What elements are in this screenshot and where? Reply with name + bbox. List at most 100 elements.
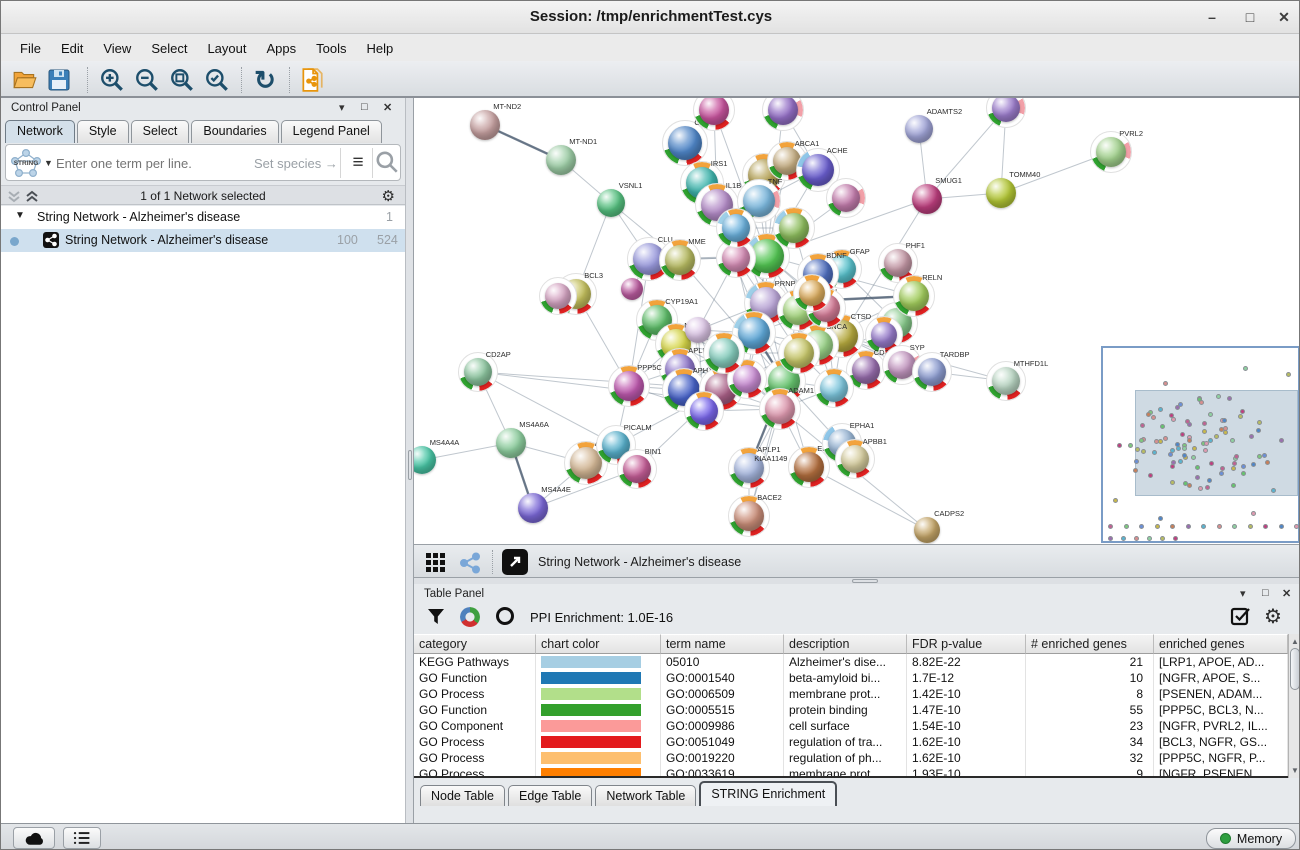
table-row[interactable]: GO ProcessGO:0051049regulation of tra...… (414, 734, 1288, 750)
node-label: PICALM (624, 423, 652, 432)
zoom-out-button[interactable] (133, 66, 161, 94)
save-session-button[interactable] (45, 66, 73, 94)
minimize-button[interactable]: – (1199, 7, 1225, 27)
column-header-chart-color[interactable]: chart color (536, 634, 661, 654)
column-header-enriched-genes[interactable]: enriched genes (1154, 634, 1288, 654)
table-row[interactable]: GO ProcessGO:0019220regulation of ph...1… (414, 750, 1288, 766)
network-view[interactable]: MT-ND2MT-ND1VSNL1GAB2IRS1CHATABCA1ACHEIL… (414, 98, 1300, 544)
network-node[interactable] (773, 207, 815, 249)
node-label: MT-ND2 (493, 102, 521, 111)
restore-panel-icon[interactable]: □ (1262, 587, 1269, 599)
network-collection-row[interactable]: ▼ String Network - Alzheimer's disease 1 (1, 206, 405, 229)
zoom-selected-button[interactable] (203, 66, 231, 94)
table-vertical-scrollbar[interactable]: ▲ ▼ (1288, 634, 1300, 778)
cloud-tasks-button[interactable] (13, 827, 55, 849)
zoom-fit-button[interactable] (168, 66, 196, 94)
network-options-gear-icon[interactable]: ⚙ (382, 187, 395, 205)
tree-expand-icon[interactable]: ▼ (15, 210, 25, 221)
close-panel-icon[interactable]: ✕ (383, 101, 392, 114)
zoom-in-button[interactable] (98, 66, 126, 94)
network-node[interactable] (615, 272, 649, 306)
tab-edge-table[interactable]: Edge Table (508, 785, 592, 806)
tab-boundaries[interactable]: Boundaries (191, 120, 278, 143)
share-view-icon[interactable] (456, 549, 484, 577)
menu-tools[interactable]: Tools (307, 38, 355, 59)
network-from-file-button[interactable] (298, 66, 326, 94)
vertical-splitter[interactable] (405, 98, 414, 823)
column-header-description[interactable]: description (784, 634, 907, 654)
scroll-up-icon[interactable]: ▲ (1289, 637, 1300, 646)
remove-chart-icon[interactable] (496, 607, 514, 625)
birdseye-view[interactable] (1101, 346, 1300, 543)
node-label: APBB1 (863, 437, 887, 446)
menu-edit[interactable]: Edit (52, 38, 92, 59)
network-node[interactable] (762, 98, 804, 131)
detach-view-icon[interactable] (502, 549, 528, 575)
column-header--enriched-genes[interactable]: # enriched genes (1026, 634, 1154, 654)
refresh-network-button[interactable]: ↻ (251, 66, 279, 94)
tab-style[interactable]: Style (77, 120, 129, 143)
menu-help[interactable]: Help (358, 38, 403, 59)
table-row[interactable]: GO ProcessGO:0033619membrane prot...1.93… (414, 766, 1288, 778)
menu-view[interactable]: View (94, 38, 140, 59)
column-header-category[interactable]: category (414, 634, 536, 654)
string-logo-icon[interactable]: STRING (8, 148, 44, 178)
network-node[interactable] (693, 98, 735, 131)
filter-icon[interactable] (426, 607, 446, 627)
string-term-input[interactable] (56, 149, 246, 177)
node-label: SYP (910, 343, 925, 352)
grid-mode-icon[interactable] (422, 549, 450, 577)
menu-layout[interactable]: Layout (198, 38, 255, 59)
tab-network[interactable]: Network (5, 120, 75, 143)
maximize-button[interactable]: □ (1237, 7, 1263, 27)
network-node[interactable] (703, 332, 745, 374)
column-header-fdr-p-value[interactable]: FDR p-value (907, 634, 1026, 654)
tab-string-enrichment[interactable]: STRING Enrichment (699, 781, 837, 806)
network-node[interactable] (986, 98, 1026, 128)
menu-apps[interactable]: Apps (258, 38, 306, 59)
network-row-selected[interactable]: String Network - Alzheimer's disease 100… (1, 229, 405, 252)
birdseye-node-dot (1263, 524, 1268, 529)
birdseye-node-dot (1231, 483, 1236, 488)
node-label: MS4A4A (430, 438, 460, 447)
table-row[interactable]: KEGG Pathways05010Alzheimer's dise...8.8… (414, 654, 1288, 670)
network-node[interactable] (716, 208, 756, 248)
network-node[interactable] (539, 277, 577, 315)
float-panel-icon[interactable]: ▾ (1240, 587, 1246, 600)
birdseye-node-dot (1202, 421, 1207, 426)
close-button[interactable]: ✕ (1271, 7, 1297, 27)
column-header-term-name[interactable]: term name (661, 634, 784, 654)
close-panel-icon[interactable]: ✕ (1282, 587, 1291, 600)
network-node[interactable] (684, 391, 724, 431)
string-search-icon[interactable] (374, 149, 402, 177)
menu-select[interactable]: Select (142, 38, 196, 59)
scroll-down-icon[interactable]: ▼ (1289, 766, 1300, 775)
ppi-enrichment-label: PPI Enrichment: 1.0E-16 (530, 610, 673, 625)
enrichment-table[interactable]: categorychart colorterm namedescriptionF… (414, 634, 1288, 778)
application-window: Session: /tmp/enrichmentTest.cys – □ ✕ F… (0, 0, 1300, 850)
select-columns-icon[interactable] (1230, 606, 1251, 627)
restore-panel-icon[interactable]: □ (361, 101, 368, 113)
table-row[interactable]: GO ProcessGO:0006509membrane prot...1.42… (414, 686, 1288, 702)
string-source-dropdown[interactable]: ▼ (44, 158, 53, 168)
set-species-link[interactable]: Set species → (254, 156, 338, 171)
tab-legend-panel[interactable]: Legend Panel (281, 120, 382, 143)
tab-network-table[interactable]: Network Table (595, 785, 696, 806)
network-node[interactable] (814, 368, 854, 408)
table-row[interactable]: GO ComponentGO:0009986cell surface1.54E-… (414, 718, 1288, 734)
float-panel-icon[interactable]: ▾ (339, 101, 345, 114)
network-node[interactable] (826, 178, 866, 218)
table-row[interactable]: GO FunctionGO:0005515protein binding1.47… (414, 702, 1288, 718)
string-options-icon[interactable]: ≡ (344, 149, 372, 177)
tab-node-table[interactable]: Node Table (420, 785, 505, 806)
table-row[interactable]: GO FunctionGO:0001540beta-amyloid bi...1… (414, 670, 1288, 686)
enrichment-chart-icon[interactable] (460, 607, 480, 627)
table-settings-gear-icon[interactable]: ⚙ (1264, 604, 1282, 629)
network-node[interactable] (793, 274, 831, 312)
menu-file[interactable]: File (11, 38, 50, 59)
memory-button[interactable]: Memory (1206, 828, 1296, 849)
tab-select[interactable]: Select (131, 120, 190, 143)
scrollbar-thumb[interactable] (1290, 648, 1300, 690)
task-list-button[interactable] (63, 827, 101, 849)
open-session-button[interactable] (11, 66, 39, 94)
